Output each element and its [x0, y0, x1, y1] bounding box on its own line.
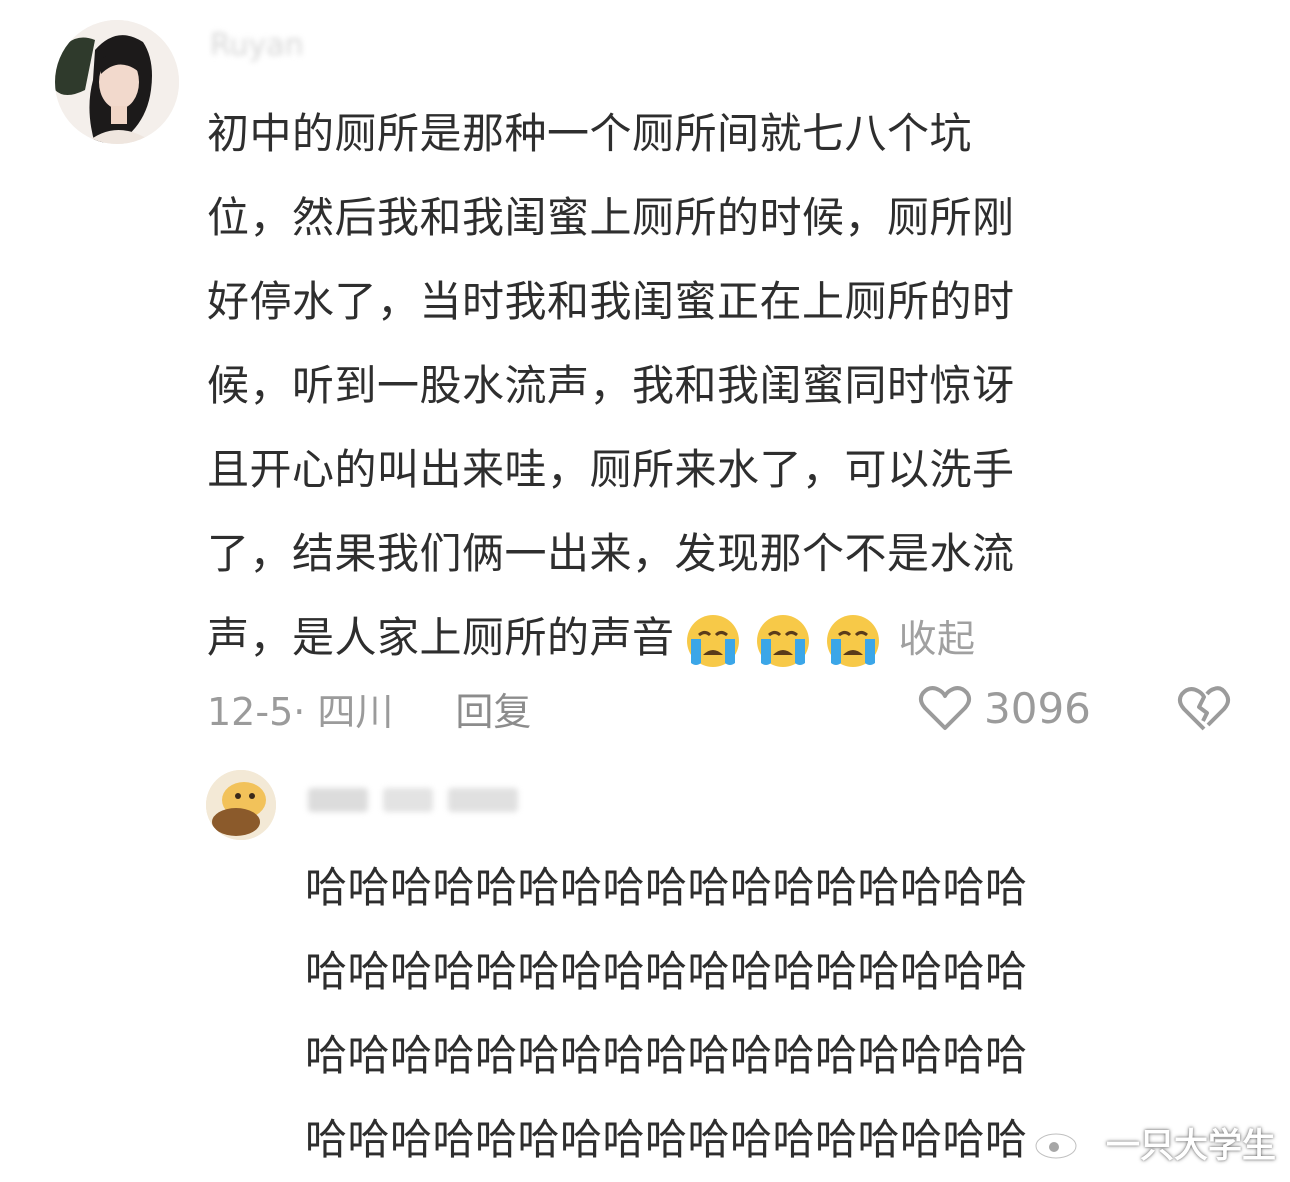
replier-avatar[interactable] — [206, 770, 276, 840]
commenter-avatar[interactable] — [55, 20, 179, 144]
comment-line: 好停水了，当时我和我闺蜜正在上厕所的时 — [207, 277, 1015, 326]
replier-username[interactable] — [308, 782, 538, 826]
comment-line: 且开心的叫出来哇，厕所来水了，可以洗手 — [207, 445, 1015, 494]
emoji-group — [681, 613, 885, 669]
comment-line: 候，听到一股水流声，我和我闺蜜同时惊讶 — [207, 361, 1015, 410]
reply-line: 哈哈哈哈哈哈哈哈哈哈哈哈哈哈哈哈哈 — [305, 947, 1028, 996]
weibo-logo-icon — [1035, 1129, 1092, 1158]
crying-face-icon — [826, 614, 879, 667]
blurred-username-image — [308, 788, 518, 812]
collapse-link[interactable]: 收起 — [899, 617, 976, 661]
broken-heart-icon — [1177, 686, 1231, 731]
commenter-username[interactable]: Ruyan — [210, 28, 304, 63]
reply-line: 哈哈哈哈哈哈哈哈哈哈哈哈哈哈哈哈哈 — [305, 863, 1028, 912]
crying-face-icon — [756, 614, 809, 667]
dislike-button[interactable] — [1177, 683, 1231, 737]
comment-line: 位，然后我和我闺蜜上厕所的时候，厕所刚 — [207, 193, 1015, 242]
reply-button[interactable]: 回复 — [455, 681, 531, 736]
avatar-portrait-image — [55, 20, 179, 144]
like-count: 3096 — [984, 683, 1091, 733]
comment-body: 初中的厕所是那种一个厕所间就七八个坑 位，然后我和我闺蜜上厕所的时候，厕所刚 好… — [207, 92, 1207, 680]
comment-meta: 12-5· 四川 回复 — [207, 680, 531, 736]
reply-line: 哈哈哈哈哈哈哈哈哈哈哈哈哈哈哈哈哈 — [305, 1031, 1028, 1080]
comment-line: 声，是人家上厕所的声音 — [207, 613, 675, 662]
heart-outline-icon — [918, 686, 972, 730]
like-button[interactable]: 3096 — [918, 680, 1091, 736]
watermark-text: 一只大学生 — [1106, 1126, 1276, 1166]
avatar-cartoon-image — [206, 770, 276, 840]
comment-line: 初中的厕所是那种一个厕所间就七八个坑 — [207, 109, 973, 158]
comment-last-line: 声，是人家上厕所的声音 收起 — [207, 596, 1207, 680]
crying-face-icon — [686, 614, 739, 667]
watermark: 一只大学生 — [1032, 1118, 1276, 1167]
comment-line: 了，结果我们俩一出来，发现那个不是水流 — [207, 529, 1015, 578]
comment-date-location: 12-5· 四川 — [207, 689, 394, 734]
